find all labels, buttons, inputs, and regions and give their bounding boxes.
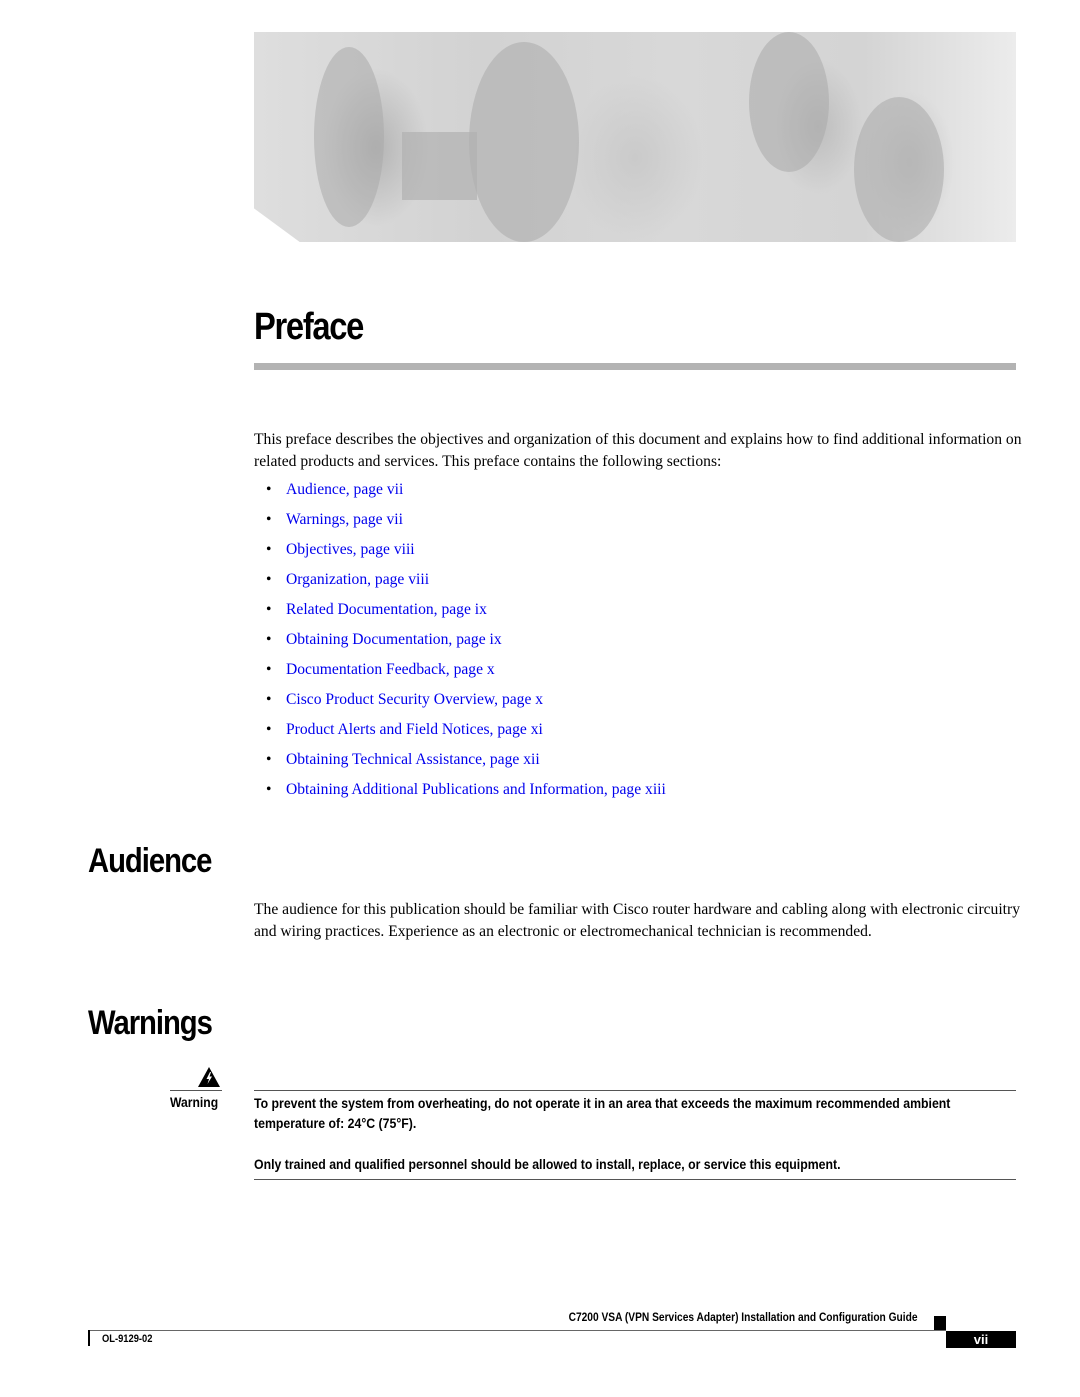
footer-rule bbox=[88, 1330, 946, 1331]
section-list-item: • Organization, page viii bbox=[266, 569, 666, 599]
bullet-icon: • bbox=[266, 511, 272, 528]
preface-intro: This preface describes the objectives an… bbox=[254, 431, 1022, 470]
section-list-item: • Product Alerts and Field Notices, page … bbox=[266, 719, 666, 749]
warning-lightning-icon bbox=[198, 1067, 220, 1087]
title-divider bbox=[254, 363, 1016, 370]
bullet-icon: • bbox=[266, 541, 272, 558]
section-link-obtaining-documentation[interactable]: Obtaining Documentation, page ix bbox=[286, 631, 502, 648]
bullet-icon: • bbox=[266, 661, 272, 678]
section-link-documentation-feedback[interactable]: Documentation Feedback, page x bbox=[286, 661, 495, 678]
audience-heading: Audience bbox=[88, 842, 212, 880]
section-list-item: • Documentation Feedback, page x bbox=[266, 659, 666, 689]
person-figure bbox=[749, 32, 829, 172]
section-list-item: • Cisco Product Security Overview, page x bbox=[266, 689, 666, 719]
bullet-icon: • bbox=[266, 631, 272, 648]
bullet-icon: • bbox=[266, 721, 272, 738]
section-list: • Audience, page vii • Warnings, page vii … bbox=[266, 479, 666, 809]
person-figure bbox=[469, 42, 579, 242]
footer-doc-id: OL-9129-02 bbox=[102, 1333, 153, 1345]
section-list-item: • Objectives, page viii bbox=[266, 539, 666, 569]
bullet-icon: • bbox=[266, 781, 272, 798]
footer-bar bbox=[88, 1330, 90, 1346]
section-link-related-documentation[interactable]: Related Documentation, page ix bbox=[286, 601, 487, 618]
section-link-additional-publications[interactable]: Obtaining Additional Publications and In… bbox=[286, 781, 666, 798]
bullet-icon: • bbox=[266, 481, 272, 498]
warning-label-rule bbox=[170, 1090, 222, 1091]
warning-statement: To prevent the system from overheating, … bbox=[254, 1096, 951, 1131]
page-title: Preface bbox=[254, 306, 364, 348]
person-figure bbox=[314, 47, 384, 227]
warning-bottom-rule bbox=[254, 1179, 1016, 1180]
bullet-icon: • bbox=[266, 601, 272, 618]
bullet-icon: • bbox=[266, 571, 272, 588]
audience-text: The audience for this publication should… bbox=[254, 901, 1021, 940]
bullet-icon: • bbox=[266, 691, 272, 708]
section-list-item: • Warnings, page vii bbox=[266, 509, 666, 539]
warning-statement: Only trained and qualified personnel sho… bbox=[254, 1157, 841, 1172]
section-link-product-alerts[interactable]: Product Alerts and Field Notices, page x… bbox=[286, 721, 543, 738]
section-link-objectives[interactable]: Objectives, page viii bbox=[286, 541, 415, 558]
footer-marker bbox=[934, 1316, 946, 1330]
warning-top-rule bbox=[254, 1090, 1016, 1091]
section-list-item: • Audience, page vii bbox=[266, 479, 666, 509]
section-link-warnings[interactable]: Warnings, page vii bbox=[286, 511, 403, 528]
banner-photo bbox=[254, 32, 1016, 242]
section-link-audience[interactable]: Audience, page vii bbox=[286, 481, 403, 498]
section-link-organization[interactable]: Organization, page viii bbox=[286, 571, 429, 588]
footer-guide-title: C7200 VSA (VPN Services Adapter) Install… bbox=[569, 1310, 918, 1324]
section-list-item: • Obtaining Technical Assistance, page xi… bbox=[266, 749, 666, 779]
laptop-shape bbox=[402, 132, 477, 200]
section-link-technical-assistance[interactable]: Obtaining Technical Assistance, page xii bbox=[286, 751, 540, 768]
bullet-icon: • bbox=[266, 751, 272, 768]
warnings-heading: Warnings bbox=[88, 1004, 213, 1042]
section-link-security-overview[interactable]: Cisco Product Security Overview, page x bbox=[286, 691, 543, 708]
page-number: vii bbox=[946, 1331, 1016, 1348]
section-list-item: • Related Documentation, page ix bbox=[266, 599, 666, 629]
section-list-item: • Obtaining Additional Publications and I… bbox=[266, 779, 666, 809]
section-list-item: • Obtaining Documentation, page ix bbox=[266, 629, 666, 659]
warning-label: Warning bbox=[170, 1095, 219, 1110]
person-figure bbox=[854, 97, 944, 242]
